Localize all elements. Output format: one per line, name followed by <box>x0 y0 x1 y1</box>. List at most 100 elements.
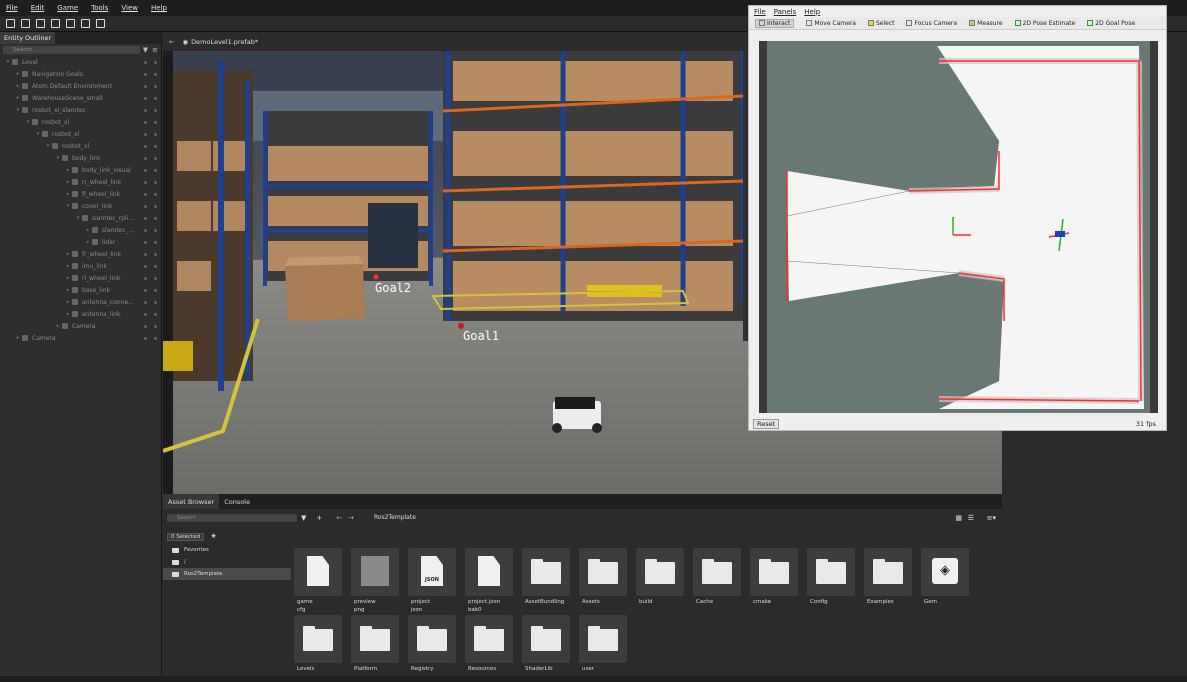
visibility-icon[interactable] <box>144 252 147 256</box>
chevron-right-icon[interactable]: ▸ <box>14 71 22 77</box>
chevron-down-icon[interactable]: ▾ <box>34 131 42 137</box>
outliner-item[interactable]: ▸ base_link <box>0 284 161 296</box>
asset-tile[interactable]: build <box>636 548 684 606</box>
chevron-right-icon[interactable]: ▸ <box>84 227 92 233</box>
asset-tile[interactable]: Examples <box>864 548 912 606</box>
toolbar-rotate-icon[interactable] <box>36 19 45 28</box>
outliner-item[interactable]: ▸ WarehouseScene_small <box>0 92 161 104</box>
outliner-item[interactable]: ▸ fl_wheel_link <box>0 188 161 200</box>
add-icon[interactable]: + <box>316 514 322 522</box>
lock-icon[interactable] <box>154 192 157 196</box>
outliner-item[interactable]: ▸ slamtec_... <box>0 224 161 236</box>
lock-icon[interactable] <box>154 72 157 76</box>
lock-icon[interactable] <box>154 288 157 292</box>
asset-tile[interactable]: project.json bak0 <box>465 548 513 614</box>
asset-tile[interactable]: user <box>579 615 627 673</box>
outliner-search-input[interactable]: Search... <box>3 46 140 54</box>
lock-icon[interactable] <box>154 228 157 232</box>
visibility-icon[interactable] <box>144 240 147 244</box>
tab-entity-outliner[interactable]: Entity Outliner <box>0 32 56 44</box>
outliner-item[interactable]: ▸ imu_link <box>0 260 161 272</box>
asset-tile[interactable]: Platform <box>351 615 399 673</box>
asset-tile[interactable]: AssetBundling <box>522 548 570 606</box>
lock-icon[interactable] <box>154 336 157 340</box>
outliner-item[interactable]: ▸ lidar <box>0 236 161 248</box>
tree-view-icon[interactable]: ▦ <box>955 514 962 522</box>
visibility-icon[interactable] <box>144 156 147 160</box>
chevron-right-icon[interactable]: ▸ <box>64 263 72 269</box>
visibility-icon[interactable] <box>144 336 147 340</box>
tool-interact[interactable]: Interact <box>755 18 795 28</box>
lock-icon[interactable] <box>154 204 157 208</box>
folder-tree-item[interactable]: Ros2Template <box>163 568 291 580</box>
asset-tile[interactable]: game cfg <box>294 548 342 614</box>
visibility-icon[interactable] <box>144 120 147 124</box>
lock-icon[interactable] <box>154 216 157 220</box>
chevron-right-icon[interactable]: ▸ <box>14 83 22 89</box>
visibility-icon[interactable] <box>144 300 147 304</box>
asset-tile[interactable]: ShaderLib <box>522 615 570 673</box>
tab-console[interactable]: Console <box>219 494 255 509</box>
outliner-item[interactable]: ▸ Camera <box>0 332 161 344</box>
chevron-right-icon[interactable]: ▸ <box>64 275 72 281</box>
chevron-right-icon[interactable]: ▸ <box>64 179 72 185</box>
visibility-icon[interactable] <box>144 84 147 88</box>
rviz-menu-panels[interactable]: Panels <box>774 8 797 16</box>
rviz-map-view[interactable] <box>759 41 1158 413</box>
folder-tree-item[interactable]: / <box>163 556 291 568</box>
outliner-item[interactable]: ▾ body_link <box>0 152 161 164</box>
lock-icon[interactable] <box>154 312 157 316</box>
lock-icon[interactable] <box>154 324 157 328</box>
outliner-item[interactable]: ▾ rosbot_xl <box>0 140 161 152</box>
visibility-icon[interactable] <box>144 96 147 100</box>
outliner-item[interactable]: ▸ rl_wheel_link <box>0 272 161 284</box>
outliner-item[interactable]: ▾ slamtec_rpli... <box>0 212 161 224</box>
visibility-icon[interactable] <box>144 264 147 268</box>
visibility-icon[interactable] <box>144 168 147 172</box>
asset-search-input[interactable]: Search <box>167 513 297 522</box>
toolbar-edit-icon[interactable] <box>96 19 105 28</box>
menu-edit[interactable]: Edit <box>31 4 45 12</box>
filter-icon[interactable]: ▼ <box>143 46 148 54</box>
tool-2d-goal-pose[interactable]: 2D Goal Pose <box>1087 20 1135 27</box>
asset-tile[interactable]: Cache <box>693 548 741 606</box>
lock-icon[interactable] <box>154 120 157 124</box>
asset-tile[interactable]: ◈ Gem <box>921 548 969 606</box>
filter-icon[interactable]: ▼ <box>301 514 306 522</box>
tool-move-camera[interactable]: Move Camera <box>806 20 856 27</box>
visibility-icon[interactable] <box>144 228 147 232</box>
outliner-item[interactable]: ▸ Navigation Goals <box>0 68 161 80</box>
robot-model[interactable] <box>552 397 602 433</box>
visibility-icon[interactable] <box>144 132 147 136</box>
chevron-right-icon[interactable]: ▸ <box>64 311 72 317</box>
visibility-icon[interactable] <box>144 144 147 148</box>
chevron-down-icon[interactable]: ▾ <box>54 155 62 161</box>
list-options-icon[interactable]: ≡ <box>152 46 158 54</box>
chevron-right-icon[interactable]: ▸ <box>54 323 62 329</box>
view-options-icon[interactable]: ≡▾ <box>987 514 996 522</box>
toolbar-grid-icon[interactable] <box>66 19 75 28</box>
chevron-right-icon[interactable]: ▸ <box>64 287 72 293</box>
outliner-item[interactable]: ▾ Level <box>0 56 161 68</box>
rviz-menu-help[interactable]: Help <box>804 8 820 16</box>
visibility-icon[interactable] <box>144 72 147 76</box>
toolbar-link-icon[interactable] <box>81 19 90 28</box>
toolbar-snap-icon[interactable] <box>6 19 15 28</box>
asset-tile[interactable]: JSON project json <box>408 548 456 614</box>
chevron-down-icon[interactable]: ▾ <box>64 203 72 209</box>
lock-icon[interactable] <box>154 264 157 268</box>
visibility-icon[interactable] <box>144 192 147 196</box>
outliner-item[interactable]: ▸ rr_wheel_link <box>0 176 161 188</box>
outliner-item[interactable]: ▸ antenna_link <box>0 308 161 320</box>
rviz-menu-file[interactable]: File <box>754 8 766 16</box>
chevron-down-icon[interactable]: ▾ <box>44 143 52 149</box>
lock-icon[interactable] <box>154 132 157 136</box>
chevron-right-icon[interactable]: ▸ <box>64 299 72 305</box>
reset-button[interactable]: Reset <box>753 419 780 429</box>
outliner-item[interactable]: ▾ rosbot_xl_slamtec <box>0 104 161 116</box>
lock-icon[interactable] <box>154 84 157 88</box>
menu-game[interactable]: Game <box>57 4 78 12</box>
outliner-item[interactable]: ▸ fr_wheel_link <box>0 248 161 260</box>
asset-tile[interactable]: Config <box>807 548 855 606</box>
outliner-item[interactable]: ▾ cover_link <box>0 200 161 212</box>
